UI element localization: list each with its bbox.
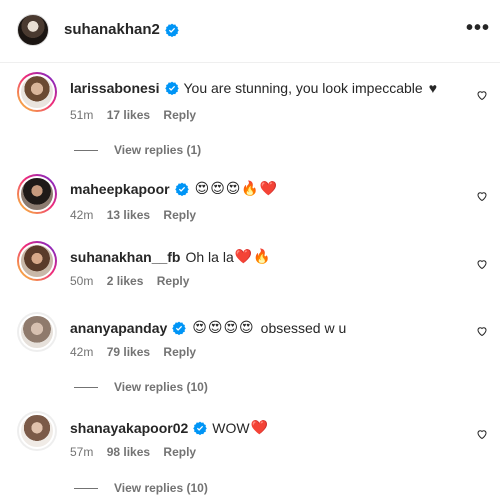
more-options-icon[interactable]: ••• — [466, 18, 490, 38]
comment-time[interactable]: 50m — [70, 274, 93, 288]
comment-likes[interactable]: 79 likes — [107, 345, 150, 359]
comment-time[interactable]: 51m — [70, 108, 93, 122]
comment-text: obsessed w u — [260, 319, 347, 336]
comment-username[interactable]: larissabonesi — [70, 80, 160, 96]
verified-badge-icon — [193, 421, 208, 435]
comment-likes[interactable]: 98 likes — [107, 445, 150, 459]
avatar[interactable] — [17, 174, 57, 214]
verified-badge-icon — [172, 321, 187, 335]
reply-button[interactable]: Reply — [163, 345, 196, 359]
comment-text: WOW — [212, 419, 250, 436]
comment-time[interactable]: 57m — [70, 445, 93, 459]
replies-dash — [74, 487, 98, 489]
reply-button[interactable]: Reply — [163, 208, 196, 222]
reply-button[interactable]: Reply — [163, 445, 196, 459]
replies-dash — [74, 149, 98, 151]
like-heart-icon[interactable] — [476, 428, 488, 440]
post-header: suhanakhan2 ••• — [0, 0, 500, 62]
avatar[interactable] — [17, 241, 57, 281]
avatar[interactable] — [17, 312, 57, 352]
view-replies-button[interactable]: View replies (1) — [74, 143, 201, 157]
comment-emojis: ❤️ — [250, 419, 270, 435]
reply-button[interactable]: Reply — [163, 108, 196, 122]
reply-button[interactable]: Reply — [157, 274, 190, 288]
avatar[interactable] — [17, 411, 57, 451]
view-replies-button[interactable]: View replies (10) — [74, 481, 208, 495]
comment-time[interactable]: 42m — [70, 208, 93, 222]
view-replies-button[interactable]: View replies (10) — [74, 380, 208, 394]
header-divider — [0, 62, 500, 63]
post-username[interactable]: suhanakhan2 — [64, 21, 160, 38]
view-replies-label[interactable]: View replies (10) — [114, 380, 208, 394]
comment-emojis: 😍😍😍😍 — [192, 319, 255, 335]
comment-emojis: ♥ — [428, 80, 439, 96]
view-replies-label[interactable]: View replies (1) — [114, 143, 201, 157]
like-heart-icon[interactable] — [476, 325, 488, 337]
like-heart-icon[interactable] — [476, 190, 488, 202]
comment-text: You are stunning, you look impeccable — [183, 80, 423, 96]
like-heart-icon[interactable] — [476, 89, 488, 101]
comment-username[interactable]: ananyapanday — [70, 320, 167, 336]
avatar[interactable] — [17, 72, 57, 112]
comment-likes[interactable]: 17 likes — [107, 108, 150, 122]
comment-emojis: 😍😍😍🔥❤️ — [194, 180, 279, 196]
comment-likes[interactable]: 2 likes — [107, 274, 144, 288]
comment-emojis: ❤️🔥 — [234, 248, 272, 264]
comment-username[interactable]: suhanakhan__fb — [70, 249, 180, 265]
verified-badge-icon — [165, 23, 179, 37]
verified-badge-icon — [164, 81, 179, 95]
like-heart-icon[interactable] — [476, 258, 488, 270]
post-author[interactable]: suhanakhan2 — [64, 21, 179, 38]
comment-time[interactable]: 42m — [70, 345, 93, 359]
comment-text: Oh la la — [185, 248, 234, 265]
comment-likes[interactable]: 13 likes — [107, 208, 150, 222]
avatar[interactable] — [17, 14, 49, 46]
replies-dash — [74, 386, 98, 388]
comment-username[interactable]: shanayakapoor02 — [70, 420, 188, 436]
view-replies-label[interactable]: View replies (10) — [114, 481, 208, 495]
comment-username[interactable]: maheepkapoor — [70, 181, 170, 197]
verified-badge-icon — [174, 182, 189, 196]
